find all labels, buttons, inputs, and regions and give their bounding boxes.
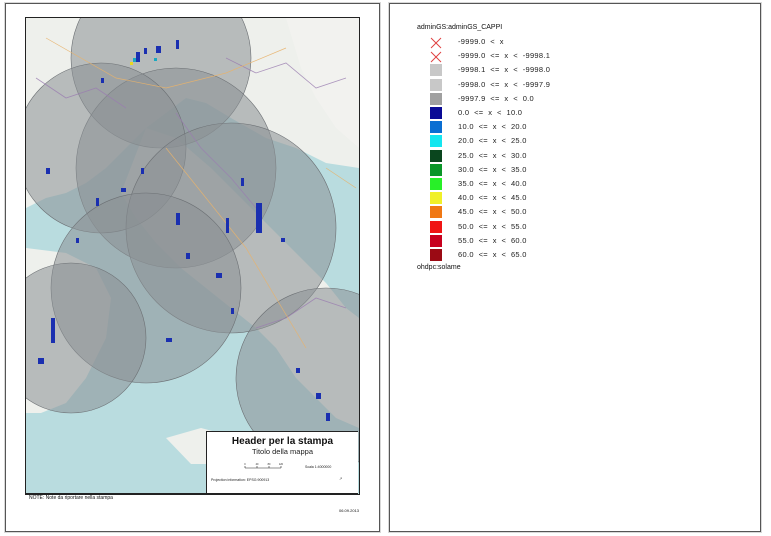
legend-layer-title: adminGS:adminGS_CAPPI [417, 24, 503, 31]
legend-swatch [430, 192, 442, 205]
legend-swatch [430, 135, 442, 148]
legend-entry-label: 0.0 <= x < 10.0 [458, 108, 523, 117]
legend-swatch [430, 107, 442, 119]
legend-entry-label: 30.0 <= x < 35.0 [458, 164, 527, 174]
north-arrow-icon: ↗ [339, 476, 343, 481]
scalebar-tick-label: 40 [256, 463, 259, 466]
legend-entry-label: 20.0 <= x < 25.0 [458, 136, 527, 146]
legend-entry-label: 40.0 <= x < 45.0 [458, 193, 527, 203]
legend-entry-label: -9997.9 <= x < 0.0 [458, 93, 535, 103]
print-header-title: Header per la stampa [231, 436, 334, 447]
legend-entry-label: 45.0 <= x < 50.0 [458, 207, 527, 217]
print-header-box: Header per la stampa Titolo della mappa … [206, 431, 358, 493]
no-data-cross-icon [430, 36, 442, 49]
legend-swatch [430, 92, 442, 105]
legend-entry-label: 60.0 <= x < 65.0 [458, 250, 527, 259]
legend-entry-label: 50.0 <= x < 55.0 [458, 221, 527, 231]
legend-entry-label: 55.0 <= x < 60.0 [458, 235, 527, 245]
legend-entry-label: -9998.1 <= x < -9998.0 [458, 65, 551, 75]
scale-text: Scala 1:4000000 [305, 465, 332, 469]
legend-entry-label: -9999.0 <= x < -9998.1 [458, 51, 551, 61]
legend-entry-label: 10.0 <= x < 20.0 [458, 122, 527, 132]
radar-map [26, 18, 359, 494]
legend-page: adminGS:adminGS_CAPPI -9999.0 < x -9999.0… [389, 3, 761, 532]
legend-swatch [430, 163, 442, 176]
legend-entry-label: 25.0 <= x < 30.0 [458, 150, 527, 160]
scalebar-tick-label: 120 [279, 463, 283, 466]
scale-bar: 0 40 80 120 [244, 463, 283, 469]
print-preview-page: Header per la stampa Titolo della mappa … [5, 3, 380, 532]
legend-swatch [430, 249, 442, 261]
legend-swatch [430, 234, 442, 247]
legend-swatch [430, 121, 442, 134]
projection-text: Projection information: EPSG:900913 [211, 478, 270, 482]
legend-entry-label: -9999.0 < x [458, 37, 504, 46]
legend-swatch [430, 149, 442, 162]
legend-swatch [430, 220, 442, 233]
legend-swatch [430, 206, 442, 219]
legend-footer-title: ohdpc:solame [417, 264, 461, 271]
note-divider [25, 493, 358, 494]
scalebar-tick-label: 0 [244, 463, 246, 466]
map-title: Titolo della mappa [251, 447, 313, 456]
map-image[interactable] [25, 17, 360, 495]
legend-swatch [430, 178, 442, 190]
scalebar-tick-label: 80 [268, 463, 271, 466]
print-date: 06.09.2013 [339, 508, 360, 513]
no-data-cross-icon [430, 50, 442, 63]
legend-entry-label: -9998.0 <= x < -9997.9 [458, 79, 551, 89]
legend-entry-label: 35.0 <= x < 40.0 [458, 179, 527, 188]
legend-swatch [430, 78, 442, 91]
legend-swatch [430, 64, 442, 77]
print-note: NOTE: Note da riportare nella stampa [29, 495, 113, 501]
